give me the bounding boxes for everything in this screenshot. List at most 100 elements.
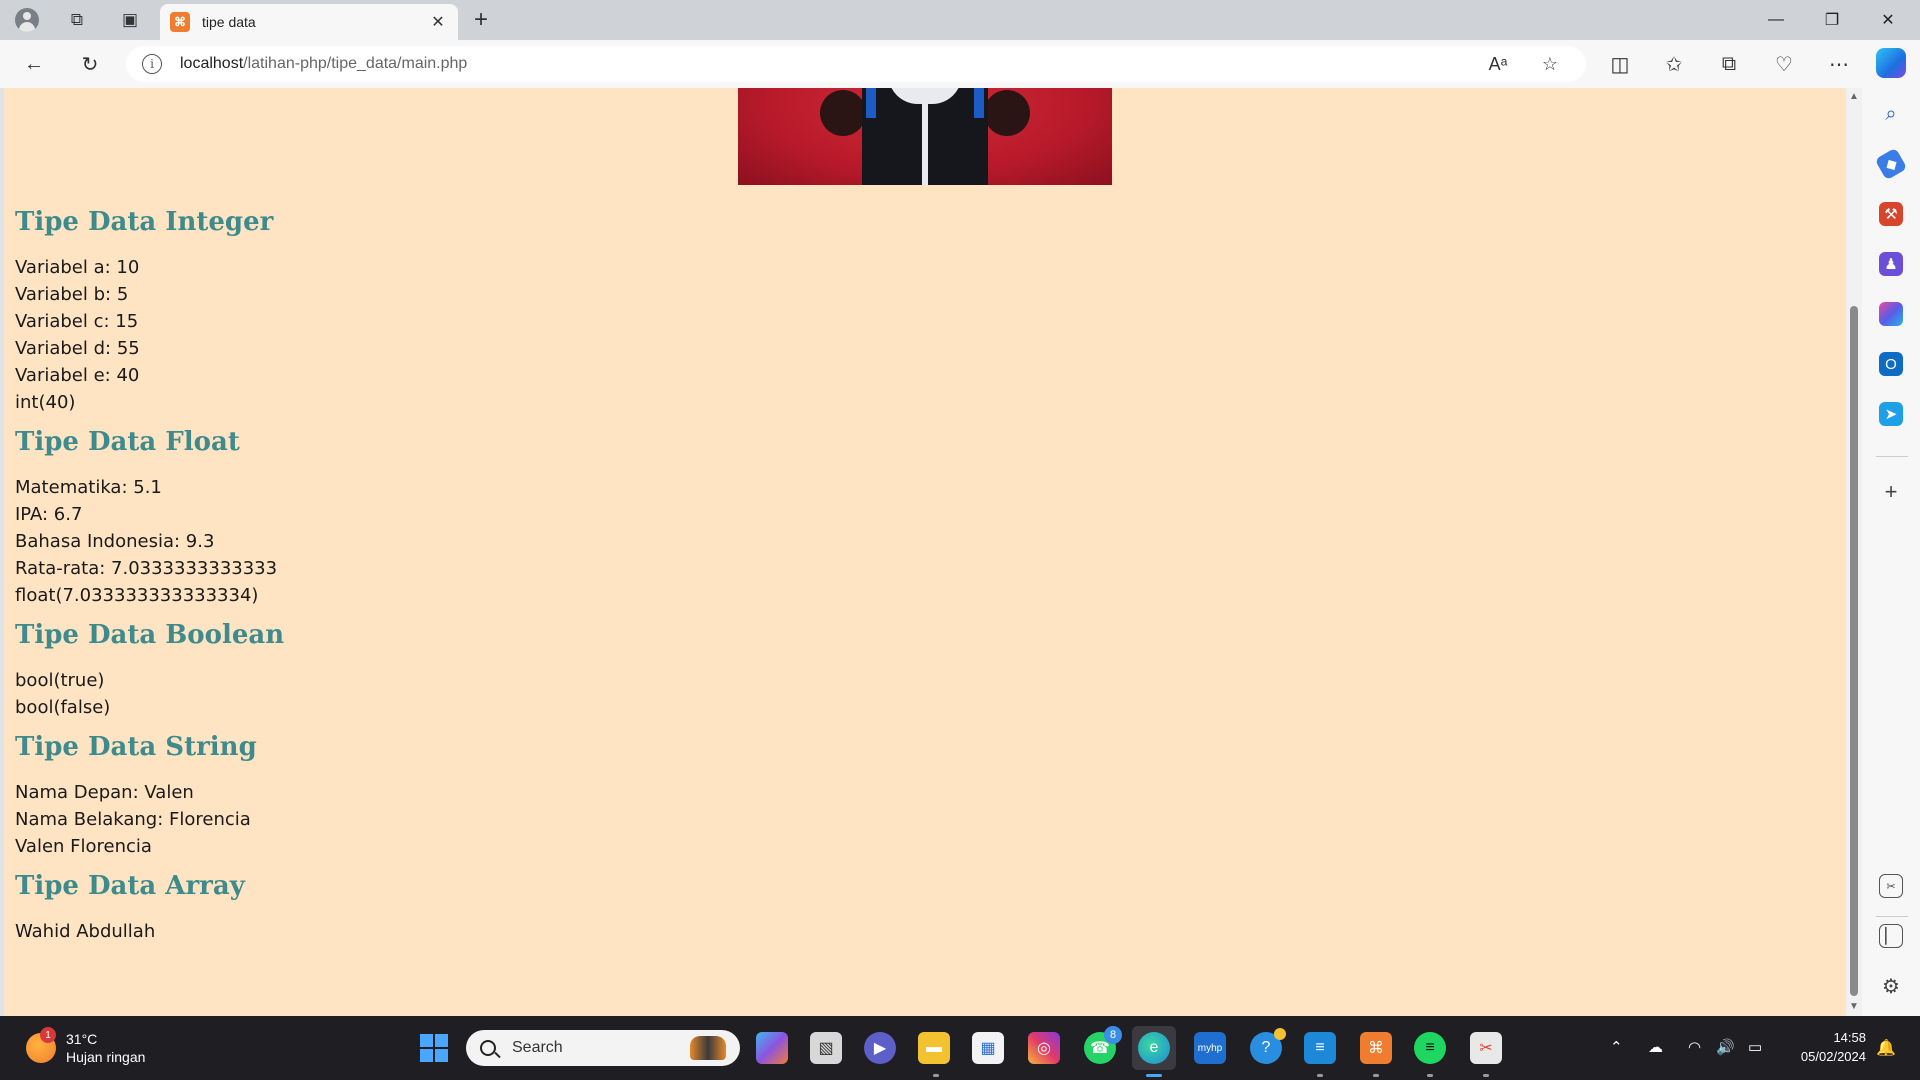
vertical-tabs-icon[interactable]: ▣ bbox=[115, 6, 145, 34]
address-bar[interactable]: i localhost/latihan-php/tipe_data/main.p… bbox=[126, 46, 1586, 82]
snipping-tool-icon[interactable]: ✂ bbox=[1470, 1032, 1502, 1064]
section-heading: Tipe Data String bbox=[15, 732, 257, 762]
show-hidden-icons-chevron-icon[interactable]: ⌃ bbox=[1610, 1038, 1623, 1056]
browser-toolbar: ← ↻ i localhost/latihan-php/tipe_data/ma… bbox=[0, 40, 1920, 88]
weather-badge: 1 bbox=[40, 1027, 56, 1043]
weather-widget[interactable]: 1 31°C Hujan ringan bbox=[26, 1027, 145, 1066]
battery-icon[interactable]: ▭ bbox=[1748, 1038, 1762, 1056]
xampp-taskbar-icon[interactable]: ⌘ bbox=[1360, 1032, 1392, 1064]
browser-essentials-icon[interactable]: ♡ bbox=[1768, 48, 1800, 80]
reload-icon[interactable]: ↻ bbox=[74, 48, 106, 80]
running-indicator bbox=[1373, 1074, 1379, 1077]
active-indicator bbox=[1146, 1074, 1162, 1077]
system-clock[interactable]: 14:58 05/02/2024 bbox=[1782, 1028, 1866, 1066]
tab-tipe-data[interactable]: ⌘ tipe data ✕ bbox=[160, 4, 458, 40]
output-line: bool(true) bbox=[15, 670, 105, 691]
output-line: Variabel b: 5 bbox=[15, 284, 129, 305]
screenshot-icon[interactable]: ✂ bbox=[1879, 874, 1903, 898]
search-placeholder: Search bbox=[512, 1039, 563, 1056]
output-line: Variabel c: 15 bbox=[15, 311, 139, 332]
tab-title: tipe data bbox=[202, 14, 256, 30]
split-screen-icon[interactable]: ◫ bbox=[1604, 48, 1636, 80]
restore-button[interactable]: ❐ bbox=[1804, 0, 1860, 40]
section-array: Tipe Data Array Wahid Abdullah bbox=[15, 870, 915, 945]
taskbar-search[interactable]: Search bbox=[466, 1030, 740, 1066]
profile-icon[interactable] bbox=[12, 6, 42, 34]
output-line: Variabel d: 55 bbox=[15, 338, 140, 359]
whatsapp-icon[interactable]: ☎ 8 bbox=[1084, 1026, 1122, 1064]
output-line: float(7.033333333333334) bbox=[15, 585, 259, 606]
games-icon[interactable]: ♟ bbox=[1879, 252, 1903, 276]
output-line: Rata-rata: 7.0333333333333 bbox=[15, 558, 278, 579]
vertical-scrollbar[interactable]: ▲ ▼ bbox=[1846, 88, 1862, 1016]
output-line: Variabel e: 40 bbox=[15, 365, 140, 386]
copilot-icon[interactable] bbox=[1876, 48, 1906, 78]
add-sidebar-app-icon[interactable]: + bbox=[1879, 479, 1903, 504]
address-url[interactable]: localhost/latihan-php/tipe_data/main.php bbox=[180, 55, 467, 73]
output-line: bool(false) bbox=[15, 697, 111, 718]
running-indicator bbox=[1317, 1074, 1323, 1077]
edge-sidebar: ⌕ ◆ ⚒ ♟ O ➤ + ✂ ▏ ⚙ bbox=[1862, 88, 1920, 1016]
scroll-up-arrow-icon[interactable]: ▲ bbox=[1849, 92, 1859, 102]
output-line: IPA: 6.7 bbox=[15, 504, 83, 525]
volume-icon[interactable]: 🔊 bbox=[1716, 1038, 1735, 1056]
clock-time: 14:58 bbox=[1833, 1030, 1866, 1045]
drop-icon[interactable]: ➤ bbox=[1879, 402, 1903, 426]
onedrive-cloud-icon[interactable]: ☁ bbox=[1648, 1038, 1663, 1056]
sidebar-search-icon[interactable]: ⌕ bbox=[1879, 102, 1903, 126]
myhp-icon[interactable]: myhp bbox=[1194, 1032, 1226, 1064]
favorites-icon[interactable]: ✩ bbox=[1658, 48, 1690, 80]
minimize-button[interactable]: — bbox=[1748, 0, 1804, 40]
back-arrow-icon[interactable]: ← bbox=[18, 48, 50, 80]
favorite-star-icon[interactable]: ☆ bbox=[1534, 48, 1566, 80]
windows-taskbar: 1 31°C Hujan ringan Search ▧ ▶ ▬ ▦ ◎ ☎ 8 … bbox=[0, 1016, 1920, 1080]
wifi-icon[interactable]: ◠ bbox=[1688, 1038, 1701, 1056]
page-content: Tipe Data Integer Variabel a: 10 Variabe… bbox=[15, 206, 915, 955]
tab-close-icon[interactable]: ✕ bbox=[428, 12, 448, 32]
read-aloud-icon[interactable]: Aᵃ bbox=[1482, 48, 1514, 80]
more-options-icon[interactable]: ⋯ bbox=[1823, 48, 1855, 80]
windows-logo-icon bbox=[420, 1034, 448, 1062]
toolbox-icon[interactable]: ⚒ bbox=[1879, 202, 1903, 226]
spotify-icon[interactable]: ≡ bbox=[1414, 1032, 1446, 1064]
output-line: Nama Belakang: Florencia bbox=[15, 809, 251, 830]
microsoft-365-icon[interactable] bbox=[1879, 302, 1903, 326]
edge-browser-icon[interactable]: e bbox=[1138, 1032, 1170, 1064]
running-indicator bbox=[1483, 1074, 1489, 1077]
section-float: Tipe Data Float Matematika: 5.1 IPA: 6.7… bbox=[15, 426, 915, 609]
vscode-icon[interactable]: ≡ bbox=[1304, 1032, 1336, 1064]
scrollbar-thumb[interactable] bbox=[1850, 306, 1858, 996]
page-viewport: Tipe Data Integer Variabel a: 10 Variabe… bbox=[4, 88, 1846, 1016]
start-button[interactable] bbox=[418, 1032, 450, 1064]
weather-icon: 1 bbox=[26, 1027, 56, 1063]
search-highlight-butterfly-icon bbox=[690, 1036, 726, 1060]
running-indicator bbox=[933, 1074, 939, 1077]
address-host: localhost bbox=[180, 55, 244, 72]
section-heading: Tipe Data Integer bbox=[15, 207, 274, 237]
scroll-down-arrow-icon[interactable]: ▼ bbox=[1849, 1002, 1859, 1012]
sidebar-settings-gear-icon[interactable]: ⚙ bbox=[1879, 974, 1903, 998]
output-line: Valen Florencia bbox=[15, 836, 152, 857]
new-tab-icon[interactable]: + bbox=[466, 6, 496, 34]
clock-date: 05/02/2024 bbox=[1800, 1049, 1866, 1064]
profile-photo bbox=[738, 88, 1112, 185]
instagram-icon[interactable]: ◎ bbox=[1028, 1032, 1060, 1064]
search-icon bbox=[480, 1040, 496, 1056]
teams-meet-icon[interactable]: ▶ bbox=[864, 1032, 896, 1064]
site-info-icon[interactable]: i bbox=[142, 54, 162, 74]
copilot-pre-icon[interactable] bbox=[756, 1032, 788, 1064]
section-string: Tipe Data String Nama Depan: Valen Nama … bbox=[15, 731, 915, 860]
collections-icon[interactable]: ⧉ bbox=[1713, 48, 1745, 80]
sidebar-divider bbox=[1876, 916, 1908, 917]
get-help-icon[interactable]: ? bbox=[1250, 1028, 1286, 1064]
notification-bell-icon[interactable]: 🔔 bbox=[1876, 1038, 1896, 1058]
outlook-icon[interactable]: O bbox=[1879, 352, 1903, 376]
microsoft-store-icon[interactable]: ▦ bbox=[972, 1032, 1004, 1064]
section-integer: Tipe Data Integer Variabel a: 10 Variabe… bbox=[15, 206, 915, 416]
close-window-button[interactable]: ✕ bbox=[1860, 0, 1916, 40]
shopping-tag-icon[interactable]: ◆ bbox=[1874, 147, 1908, 181]
file-explorer-icon[interactable]: ▬ bbox=[918, 1032, 950, 1064]
workspaces-icon[interactable]: ⧉ bbox=[62, 6, 92, 34]
task-view-icon[interactable]: ▧ bbox=[810, 1032, 842, 1064]
hide-sidebar-icon[interactable]: ▏ bbox=[1879, 924, 1903, 948]
